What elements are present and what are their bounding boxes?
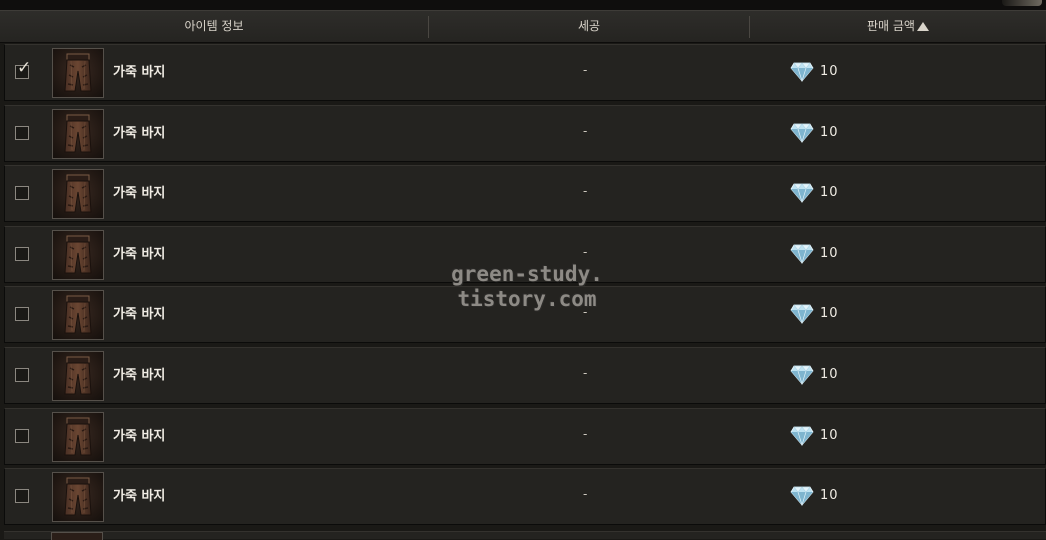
diamond-icon: [790, 426, 814, 450]
item-name: 가죽 바지: [113, 368, 166, 383]
item-refine-value: -: [583, 244, 588, 259]
item-refine-value: -: [583, 63, 588, 77]
item-name: 가죽 바지: [113, 489, 166, 505]
item-refine-value: -: [583, 366, 588, 380]
item-price-value: 10: [820, 306, 839, 322]
diamond-icon: [790, 183, 814, 207]
select-checkbox[interactable]: [15, 428, 29, 443]
item-thumbnail[interactable]: [52, 351, 104, 401]
leather-pants-icon: [64, 295, 92, 334]
leather-pants-icon: [64, 356, 92, 395]
item-price-value: 10: [820, 367, 839, 382]
select-checkbox[interactable]: [15, 246, 29, 261]
item-thumbnail[interactable]: [52, 108, 104, 159]
item-thumbnail[interactable]: [52, 229, 104, 280]
select-checkbox[interactable]: [15, 489, 29, 504]
diamond-icon: [790, 486, 814, 510]
item-thumbnail[interactable]: [52, 472, 104, 523]
list-item-partial: [4, 531, 1046, 540]
item-price-value: 10: [820, 185, 839, 201]
item-price-value: 10: [820, 245, 839, 261]
leather-pants-icon: [64, 477, 92, 516]
item-thumbnail[interactable]: [52, 411, 104, 462]
window-corner-ornament: [1002, 0, 1042, 6]
select-checkbox[interactable]: ✓: [15, 60, 31, 79]
item-price-value: 10: [820, 427, 839, 443]
item-name: 가죽 바지: [113, 125, 166, 141]
item-refine-value: -: [583, 123, 588, 138]
list-item[interactable]: 가죽 바지 - 10: [4, 407, 1046, 465]
leather-pants-icon: [64, 174, 92, 213]
column-header-sale-price[interactable]: 판매 금액: [750, 11, 1046, 42]
leather-pants-icon: [64, 114, 92, 153]
item-refine-value: -: [583, 426, 588, 441]
item-thumbnail[interactable]: [52, 169, 104, 220]
list-item[interactable]: 가죽 바지 - 10: [4, 225, 1046, 283]
column-header-refine[interactable]: 세공: [429, 11, 749, 42]
item-name: 가죽 바지: [113, 186, 166, 202]
table-header: 아이템 정보 세공 판매 금액: [0, 10, 1046, 43]
item-thumbnail[interactable]: [52, 290, 104, 341]
list-item[interactable]: 가죽 바지 - 10: [4, 347, 1046, 404]
item-refine-value: -: [583, 184, 588, 199]
item-name: 가죽 바지: [113, 428, 166, 444]
diamond-icon: [790, 123, 814, 147]
list-item[interactable]: 가죽 바지 - 10: [4, 104, 1046, 162]
select-checkbox[interactable]: [15, 125, 29, 140]
leather-pants-icon: [64, 235, 92, 274]
list-item[interactable]: 가죽 바지 - 10: [4, 165, 1046, 223]
diamond-icon: [790, 244, 814, 268]
item-price-value: 10: [820, 488, 839, 504]
column-header-item-info[interactable]: 아이템 정보: [0, 11, 428, 42]
item-price-value: 10: [820, 64, 839, 79]
item-refine-value: -: [583, 487, 588, 502]
select-checkbox[interactable]: [15, 307, 29, 322]
item-name: 가죽 바지: [113, 65, 166, 80]
select-checkbox[interactable]: [15, 368, 29, 382]
item-price-value: 10: [820, 124, 839, 140]
item-name: 가죽 바지: [113, 246, 166, 262]
item-refine-value: -: [583, 305, 588, 320]
item-name: 가죽 바지: [113, 307, 166, 323]
diamond-icon: [790, 304, 814, 328]
item-thumbnail[interactable]: [52, 48, 104, 98]
list-item[interactable]: 가죽 바지 - 10: [4, 286, 1046, 344]
window-top-strip: [0, 0, 1046, 10]
diamond-icon: [790, 62, 814, 86]
list-item[interactable]: ✓ 가죽 바지 - 10: [4, 44, 1046, 101]
leather-pants-icon: [64, 417, 92, 456]
leather-pants-icon: [64, 53, 92, 92]
checkmark-icon: ✓: [17, 58, 32, 78]
select-checkbox[interactable]: [15, 186, 29, 201]
list-item[interactable]: 가죽 바지 - 10: [4, 468, 1046, 526]
diamond-icon: [790, 365, 814, 389]
sort-ascending-icon: [916, 22, 929, 31]
